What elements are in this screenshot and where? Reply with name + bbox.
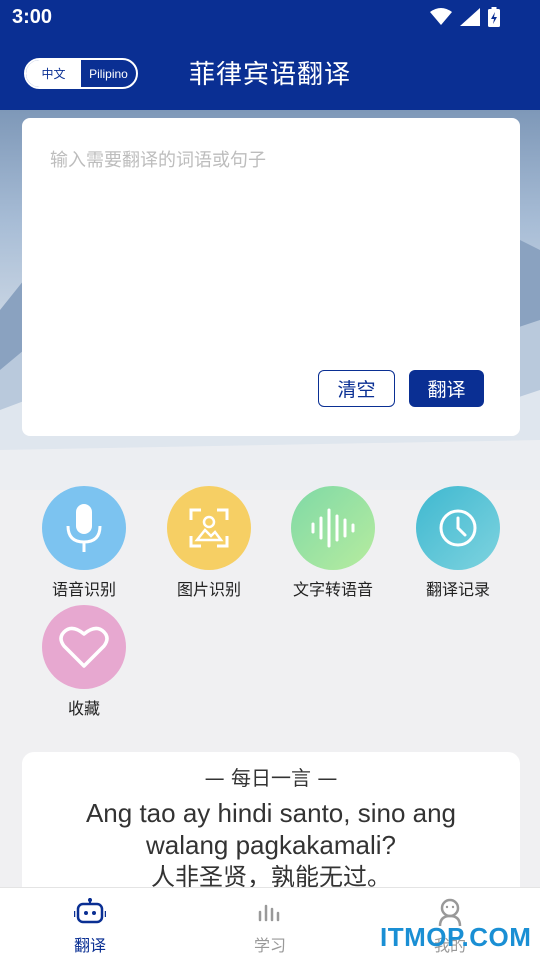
translation-input[interactable] <box>50 146 490 346</box>
clear-button[interactable]: 清空 <box>318 370 395 407</box>
page-title: 菲律宾语翻译 <box>188 60 351 90</box>
feature-favorites[interactable]: 收藏 <box>24 605 144 719</box>
bars-icon <box>258 904 280 922</box>
nav-label: 翻译 <box>73 936 106 955</box>
feature-label: 图片识别 <box>176 580 241 599</box>
nav-translate[interactable]: 翻译 <box>40 898 140 956</box>
watermark: ITMOP.COM <box>380 922 532 952</box>
feature-image-recognition[interactable]: 图片识别 <box>149 486 269 600</box>
microphone-icon <box>42 486 126 570</box>
robot-icon <box>72 898 108 924</box>
daily-quote-title: — 每日一言 — <box>204 766 338 790</box>
feature-label: 翻译记录 <box>425 580 490 599</box>
daily-quote-english: Ang tao ay hindi santo, sino ang walang … <box>85 798 457 860</box>
app-header: 3:00 中文 Pilipino 菲律宾语翻译 <box>0 0 540 110</box>
translation-input-card: 清空 翻译 <box>22 118 520 436</box>
feature-label: 语音识别 <box>51 580 116 599</box>
feature-voice-recognition[interactable]: 语音识别 <box>24 486 144 600</box>
wifi-icon <box>430 8 452 25</box>
status-time: 3:00 <box>12 6 53 28</box>
feature-translation-history[interactable]: 翻译记录 <box>398 486 518 600</box>
clock-icon <box>416 486 500 570</box>
battery-icon <box>488 7 500 27</box>
translate-button[interactable]: 翻译 <box>409 370 484 407</box>
feature-text-to-speech[interactable]: 文字转语音 <box>273 486 393 600</box>
status-icons <box>430 7 500 27</box>
feature-label: 文字转语音 <box>292 580 373 599</box>
nav-learn[interactable]: 学习 <box>220 898 320 956</box>
sound-wave-icon <box>291 486 375 570</box>
signal-icon <box>460 8 480 26</box>
nav-label: 学习 <box>253 936 286 955</box>
image-scan-icon <box>167 486 251 570</box>
feature-label: 收藏 <box>67 699 100 718</box>
heart-icon <box>42 605 126 689</box>
